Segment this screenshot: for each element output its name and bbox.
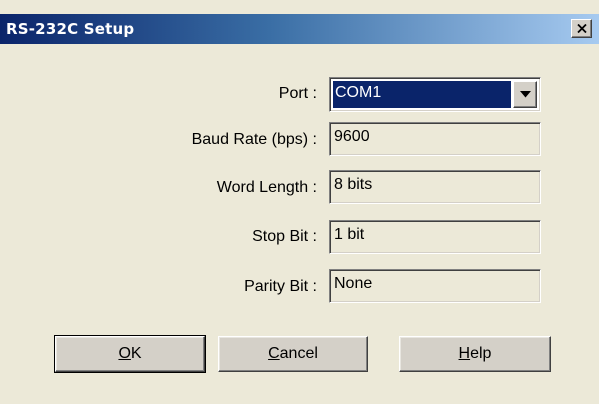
chevron-down-icon xyxy=(519,91,531,98)
stop-bit-label: Stop Bit : xyxy=(252,228,317,245)
parity-bit-label: Parity Bit : xyxy=(244,278,317,295)
rs232c-setup-dialog: RS-232C Setup Port : COM1 Baud Rate (bps… xyxy=(0,0,599,404)
ok-label-rest: K xyxy=(130,345,142,362)
word-length-label: Word Length : xyxy=(216,179,317,196)
close-button[interactable] xyxy=(571,19,592,38)
help-button[interactable]: Help xyxy=(399,336,551,372)
cancel-label-rest: ancel xyxy=(279,345,318,362)
title-bar[interactable]: RS-232C Setup xyxy=(0,14,599,44)
help-mnemonic: H xyxy=(458,345,471,362)
window-title: RS-232C Setup xyxy=(6,20,135,38)
baud-rate-field[interactable]: 9600 xyxy=(329,122,541,156)
port-select[interactable]: COM1 xyxy=(329,77,541,112)
port-label: Port : xyxy=(278,85,317,102)
port-select-value: COM1 xyxy=(333,81,511,108)
stop-bit-field[interactable]: 1 bit xyxy=(329,220,541,254)
baud-rate-label: Baud Rate (bps) : xyxy=(191,131,317,148)
ok-button[interactable]: OK xyxy=(54,335,206,373)
cancel-button[interactable]: Cancel xyxy=(218,336,368,372)
word-length-field[interactable]: 8 bits xyxy=(329,170,541,204)
cancel-mnemonic: C xyxy=(268,345,280,362)
port-dropdown-button[interactable] xyxy=(513,81,537,108)
ok-mnemonic: O xyxy=(118,345,131,362)
help-label-rest: elp xyxy=(470,345,492,362)
parity-bit-field[interactable]: None xyxy=(329,269,541,303)
close-icon xyxy=(576,24,587,33)
